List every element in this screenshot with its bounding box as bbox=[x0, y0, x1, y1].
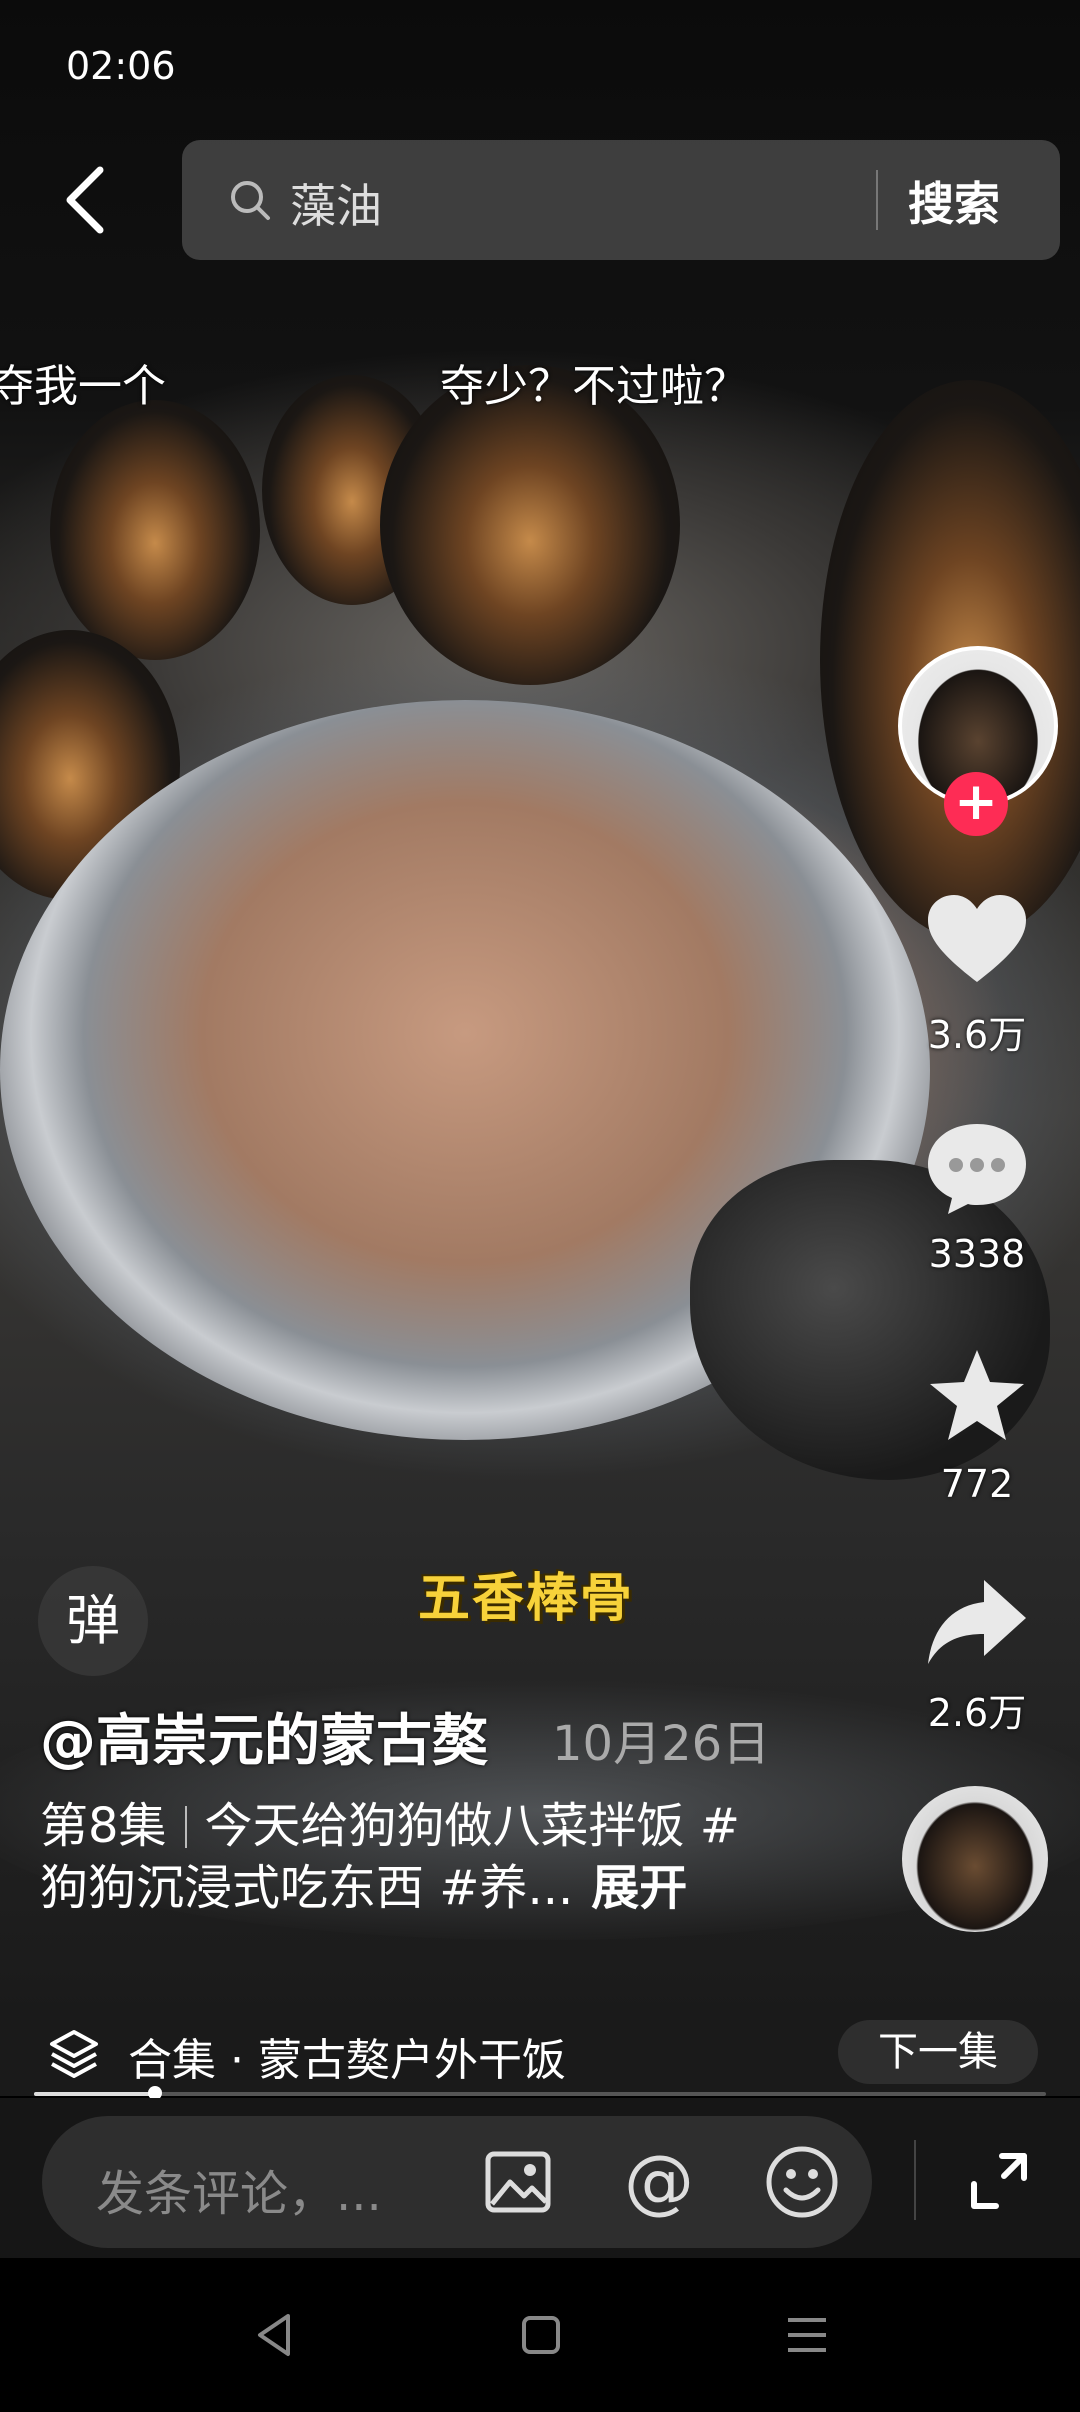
back-arrow-icon bbox=[66, 166, 104, 234]
comment-input[interactable]: 发条评论，... @ bbox=[42, 2116, 872, 2248]
description-text: 今天给狗狗做八菜拌饭 # bbox=[204, 1798, 741, 1854]
next-episode-button[interactable]: 下一集 bbox=[838, 2020, 1038, 2084]
danmaku-comment: 夺我一个 bbox=[0, 361, 166, 412]
search-icon bbox=[231, 181, 270, 220]
dog-image bbox=[50, 400, 260, 660]
mention-icon[interactable]: @ bbox=[624, 2140, 694, 2222]
comment-icon[interactable] bbox=[922, 1118, 1032, 1218]
progress-fill bbox=[34, 2092, 155, 2096]
music-disc-avatar[interactable] bbox=[902, 1786, 1048, 1932]
author-name[interactable]: @高崇元的蒙古獒 bbox=[40, 1696, 488, 1777]
favorite-icon[interactable] bbox=[922, 1346, 1032, 1446]
post-date: 10月26日 bbox=[552, 1716, 771, 1772]
expand-button[interactable]: 展开 bbox=[591, 1860, 687, 1916]
danmaku-toggle-button[interactable]: 弹 bbox=[38, 1566, 148, 1676]
video-caption: 五香棒骨 bbox=[418, 1569, 635, 1629]
fullscreen-icon[interactable] bbox=[968, 2150, 1030, 2212]
status-time: 02:06 bbox=[66, 44, 176, 88]
search-divider bbox=[876, 170, 878, 230]
nav-menu-icon[interactable] bbox=[782, 2310, 832, 2360]
like-count: 3.6万 bbox=[927, 1013, 1027, 1057]
system-nav-bar bbox=[0, 2258, 1080, 2412]
back-button[interactable] bbox=[56, 160, 116, 240]
share-icon[interactable] bbox=[922, 1572, 1032, 1672]
progress-track[interactable] bbox=[34, 2092, 1046, 2096]
episode-divider bbox=[184, 1806, 187, 1848]
collection-bar[interactable]: 合集 · 蒙古獒户外干饭 下一集 bbox=[0, 2010, 1080, 2096]
comment-count: 3338 bbox=[928, 1232, 1026, 1276]
divider bbox=[914, 2140, 916, 2220]
layers-icon bbox=[50, 2030, 98, 2078]
search-button[interactable]: 搜索 bbox=[908, 168, 1000, 234]
image-icon[interactable] bbox=[482, 2146, 554, 2218]
danmaku-comment: 夺少？不过啦？ bbox=[440, 361, 748, 412]
search-input[interactable]: 藻油 bbox=[290, 170, 382, 236]
search-bar[interactable]: 藻油 搜索 bbox=[182, 140, 1060, 260]
description-line-2[interactable]: 狗狗沉浸式吃东西 #养... 展开 bbox=[40, 1848, 687, 1918]
collection-title: 合集 · 蒙古獒户外干饭 bbox=[128, 2035, 566, 2086]
favorite-count: 772 bbox=[940, 1462, 1014, 1506]
nav-back-icon[interactable] bbox=[250, 2310, 300, 2360]
follow-button[interactable]: + bbox=[944, 772, 1008, 836]
comment-placeholder: 发条评论，... bbox=[96, 2166, 382, 2222]
emoji-icon[interactable] bbox=[764, 2144, 840, 2220]
description[interactable]: 第8集 今天给狗狗做八菜拌饭 # bbox=[40, 1786, 740, 1856]
nav-home-icon[interactable] bbox=[516, 2310, 566, 2360]
like-icon[interactable] bbox=[922, 890, 1032, 990]
episode-label: 第8集 bbox=[40, 1798, 167, 1854]
share-count: 2.6万 bbox=[927, 1691, 1027, 1735]
description-text: 狗狗沉浸式吃东西 #养... bbox=[40, 1860, 574, 1916]
